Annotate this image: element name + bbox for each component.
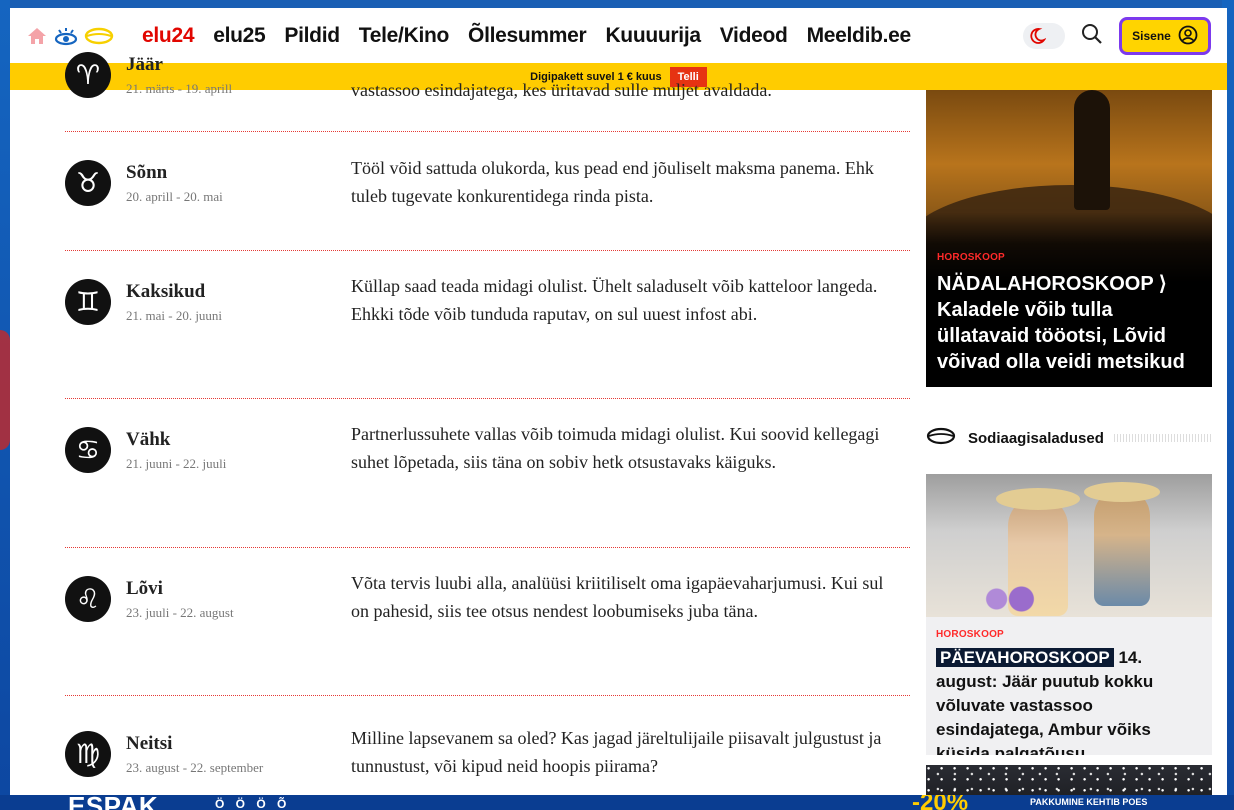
gemini-icon: ♊ — [65, 279, 111, 325]
sign-dates: 21. märts - 19. aprill — [126, 80, 233, 96]
login-button[interactable]: Sisene — [1119, 17, 1211, 55]
sign-block: ♋ Vähk 21. juuni - 22. juuli — [65, 427, 226, 473]
sign-text: Jäär 21. märts - 19. aprill — [126, 54, 232, 97]
sign-dates: 21. mai - 20. juuni — [126, 307, 223, 323]
sign-dates: 21. juuni - 22. juuli — [126, 455, 227, 471]
nav-link-videod[interactable]: Videod — [720, 24, 788, 48]
horoscope-text: Partnerlussuhete vallas võib toimuda mid… — [351, 424, 880, 472]
sign-name: Lõvi — [126, 577, 163, 599]
image-hat — [996, 488, 1080, 510]
sign-block: ♍ Neitsi 23. august - 22. september — [65, 731, 263, 777]
article-card-starry-sky[interactable] — [926, 765, 1212, 795]
background-skin-left — [0, 0, 10, 810]
user-icon — [1178, 25, 1198, 48]
horoscope-text: Milline lapsevanem sa oled? Kas jagad jä… — [351, 728, 882, 776]
section-header-sodiaagisaladused: Sodiaagisaladused — [926, 423, 1212, 453]
main-nav: elu24 elu25 Pildid Tele/Kino Õllesummer … — [142, 24, 911, 48]
sign-name: Kaksikud — [126, 280, 206, 302]
lips-icon[interactable] — [84, 26, 114, 46]
ad-note: PAKKUMINE KEHTIB POES — [1030, 797, 1148, 807]
separator — [65, 695, 910, 696]
login-label: Sisene — [1132, 29, 1171, 43]
sign-block: ♉ Sõnn 20. aprill - 20. mai — [65, 160, 223, 206]
sign-name: Jäär — [126, 53, 163, 75]
sign-text: Lõvi 23. juuli - 22. august — [126, 578, 234, 621]
article-image-couple-bicycle — [926, 474, 1212, 617]
article-title[interactable]: PÄEVAHOROSKOOP 14. august: Jäär puutub k… — [936, 646, 1202, 755]
nav-link-elu25[interactable]: elu25 — [213, 24, 266, 48]
nav-link-ollesummer[interactable]: Õllesummer — [468, 24, 587, 48]
section-title[interactable]: Sodiaagisaladused — [968, 430, 1104, 447]
ad-brand-logo: ESPAK — [68, 795, 159, 810]
sign-block: ♊ Kaksikud 21. mai - 20. juuni — [65, 279, 222, 325]
article-card-paevahoroskoop[interactable]: HOROSKOOP PÄEVAHOROSKOOP 14. august: Jää… — [926, 474, 1212, 755]
search-button[interactable] — [1079, 23, 1105, 49]
sign-text: Neitsi 23. august - 22. september — [126, 733, 263, 776]
featured-article-title[interactable]: NÄDALAHOROSKOOP ⟩ Kaladele võib tulla ül… — [937, 271, 1202, 375]
sign-dates: 23. juuli - 22. august — [126, 604, 234, 620]
bottom-ad-banner[interactable]: ESPAK Ö Ö Ö Õ -20% PAKKUMINE KEHTIB POES — [0, 795, 1234, 810]
sign-dates: 20. aprill - 20. mai — [126, 188, 223, 204]
sign-block: ♈ Jäär 21. märts - 19. aprill — [65, 52, 232, 98]
search-icon — [1081, 23, 1103, 50]
skin-ad-graphic — [0, 330, 10, 450]
separator — [65, 547, 910, 548]
leo-icon: ♌ — [65, 576, 111, 622]
sign-name: Neitsi — [126, 732, 173, 754]
nav-link-kuuuurija[interactable]: Kuuuurija — [605, 24, 701, 48]
sign-dates: 23. august - 22. september — [126, 759, 264, 775]
horoscope-text: Võta tervis luubi alla, analüüsi kriitil… — [351, 573, 884, 621]
virgo-icon: ♍ — [65, 731, 111, 777]
separator — [65, 131, 910, 132]
featured-kicker: HOROSKOOP — [937, 252, 1005, 263]
separator — [65, 398, 910, 399]
separator — [65, 250, 910, 251]
section-rule — [1113, 434, 1212, 442]
sign-name: Sõnn — [126, 161, 168, 183]
image-flowers — [978, 584, 1040, 614]
article-card-body: HOROSKOOP PÄEVAHOROSKOOP 14. august: Jää… — [926, 617, 1212, 755]
sign-block: ♌ Lõvi 23. juuli - 22. august — [65, 576, 234, 622]
nav-link-pildid[interactable]: Pildid — [284, 24, 340, 48]
nav-link-tele-kino[interactable]: Tele/Kino — [359, 24, 450, 48]
page: elu24 elu25 Pildid Tele/Kino Õllesummer … — [10, 8, 1227, 795]
ad-discount: -20% — [912, 795, 969, 810]
article-tag: PÄEVAHOROSKOOP — [936, 648, 1114, 667]
nav-link-meeldib[interactable]: Meeldib.ee — [807, 24, 912, 48]
hero-image-person — [1074, 90, 1110, 210]
header-actions: Sisene — [1023, 17, 1211, 55]
moon-icon — [1028, 27, 1047, 50]
featured-article-card[interactable]: HOROSKOOP NÄDALAHOROSKOOP ⟩ Kaladele või… — [926, 90, 1212, 387]
sign-name: Vähk — [126, 428, 171, 450]
horoscope-text: Tööl võid sattuda olukorda, kus pead end… — [351, 158, 874, 206]
ad-tagline: Ö Ö Ö Õ — [215, 797, 291, 810]
home-icon[interactable] — [26, 26, 48, 46]
lips-icon — [926, 426, 956, 451]
horoscope-text: vastassoo esindajatega, kes üritavad sul… — [351, 80, 772, 100]
sign-text: Vähk 21. juuni - 22. juuli — [126, 429, 226, 472]
dark-mode-toggle[interactable] — [1023, 23, 1065, 49]
horoscope-text: Küllap saad teada midagi olulist. Ühelt … — [351, 276, 878, 324]
aries-icon: ♈ — [65, 52, 111, 98]
sign-text: Kaksikud 21. mai - 20. juuni — [126, 281, 222, 324]
cancer-icon: ♋ — [65, 427, 111, 473]
image-hat — [1084, 482, 1160, 502]
featured-article-overlay: HOROSKOOP NÄDALAHOROSKOOP ⟩ Kaladele või… — [926, 212, 1212, 387]
taurus-icon: ♉ — [65, 160, 111, 206]
article-kicker: HOROSKOOP — [936, 629, 1004, 640]
eye-icon[interactable] — [54, 26, 78, 46]
sign-text: Sõnn 20. aprill - 20. mai — [126, 162, 223, 205]
brand-icons — [26, 26, 126, 46]
nav-link-elu24[interactable]: elu24 — [142, 24, 195, 48]
image-figure — [1094, 488, 1150, 606]
